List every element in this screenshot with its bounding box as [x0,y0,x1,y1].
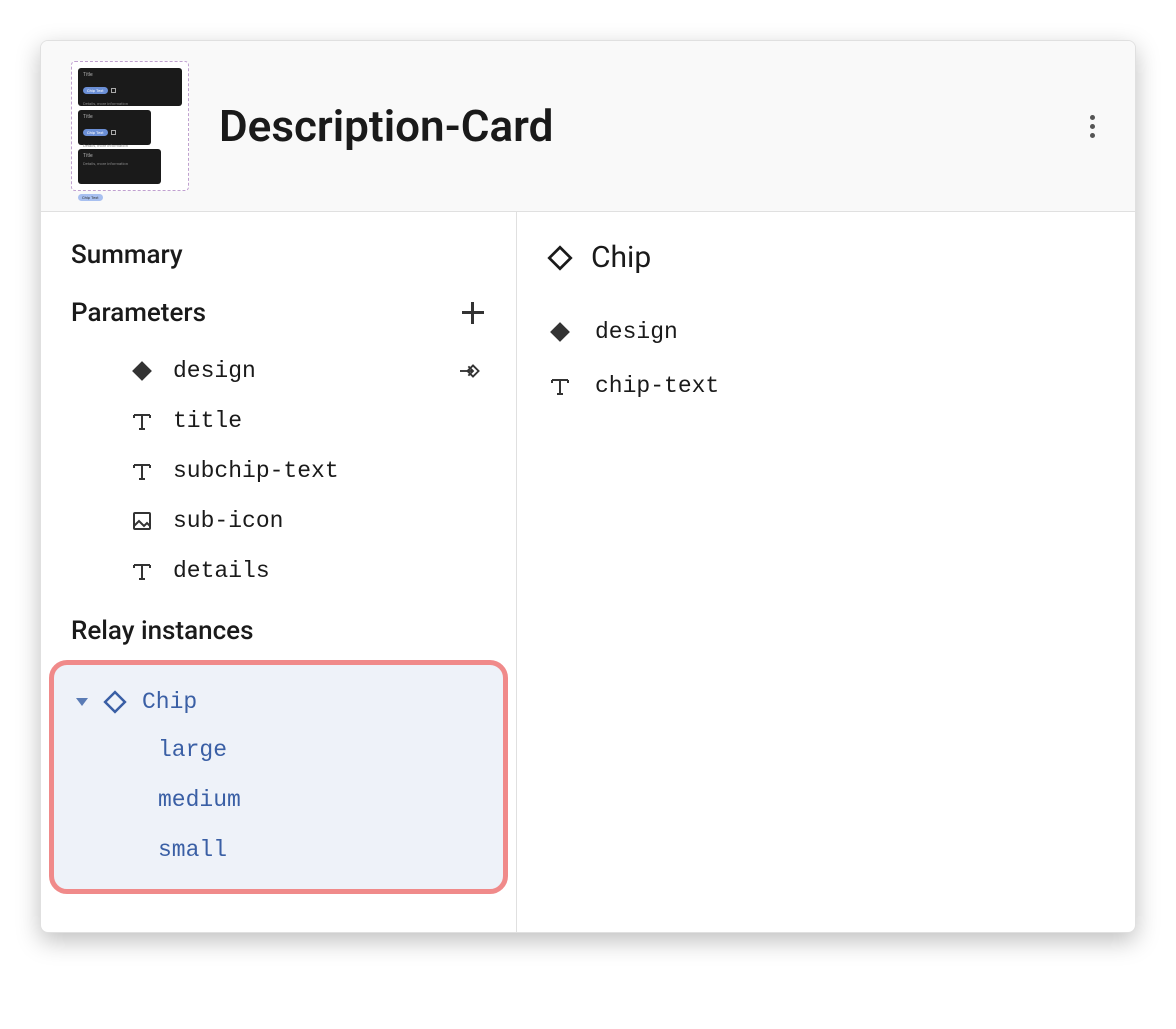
caret-down-icon[interactable] [76,698,88,706]
property-label: chip-text [595,373,719,399]
diamond-outline-icon [547,245,573,271]
variant-label: medium [158,787,241,813]
instance-label: Chip [142,689,197,715]
diamond-outline-icon [102,689,128,715]
router-arrow-icon[interactable] [460,358,486,384]
parameter-label: design [173,358,442,384]
variant-medium[interactable]: medium [76,775,481,825]
property-chip-text[interactable]: chip-text [547,359,1105,413]
relay-instance-highlight: Chip large medium small [49,660,508,894]
variant-label: small [158,837,227,863]
left-panel: Summary Parameters design [41,212,517,932]
card-header: Title Chip Text Details, more informatio… [41,41,1135,212]
summary-heading[interactable]: Summary [41,240,516,270]
instance-chip[interactable]: Chip [76,679,481,725]
text-icon [129,408,155,434]
parameter-label: title [173,408,486,434]
parameter-subchip-text[interactable]: subchip-text [71,446,486,496]
right-panel-title: Chip [591,240,651,275]
right-panel: Chip design chip-text [517,212,1135,932]
relay-instances-heading: Relay instances [41,616,516,646]
diamond-filled-icon [129,358,155,384]
property-label: design [595,319,678,345]
property-design[interactable]: design [547,305,1105,359]
parameter-label: subchip-text [173,458,486,484]
parameter-title[interactable]: title [71,396,486,446]
component-thumbnail: Title Chip Text Details, more informatio… [71,61,189,191]
right-panel-header: Chip [547,240,1105,275]
image-icon [129,508,155,534]
variant-large[interactable]: large [76,725,481,775]
parameters-list: design title [41,346,516,596]
text-icon [547,373,573,399]
parameter-details[interactable]: details [71,546,486,596]
parameter-design[interactable]: design [71,346,486,396]
diamond-filled-icon [547,319,573,345]
card-body: Summary Parameters design [41,212,1135,932]
add-parameter-icon[interactable] [460,300,486,326]
component-inspector-card: Title Chip Text Details, more informatio… [40,40,1136,933]
text-icon [129,558,155,584]
variant-label: large [158,737,227,763]
more-menu-icon[interactable] [1079,113,1105,139]
parameters-heading: Parameters [71,298,206,328]
parameter-label: sub-icon [173,508,486,534]
component-title: Description-Card [219,100,1079,152]
right-properties-list: design chip-text [547,305,1105,413]
variant-small[interactable]: small [76,825,481,875]
parameter-label: details [173,558,486,584]
parameter-sub-icon[interactable]: sub-icon [71,496,486,546]
text-icon [129,458,155,484]
